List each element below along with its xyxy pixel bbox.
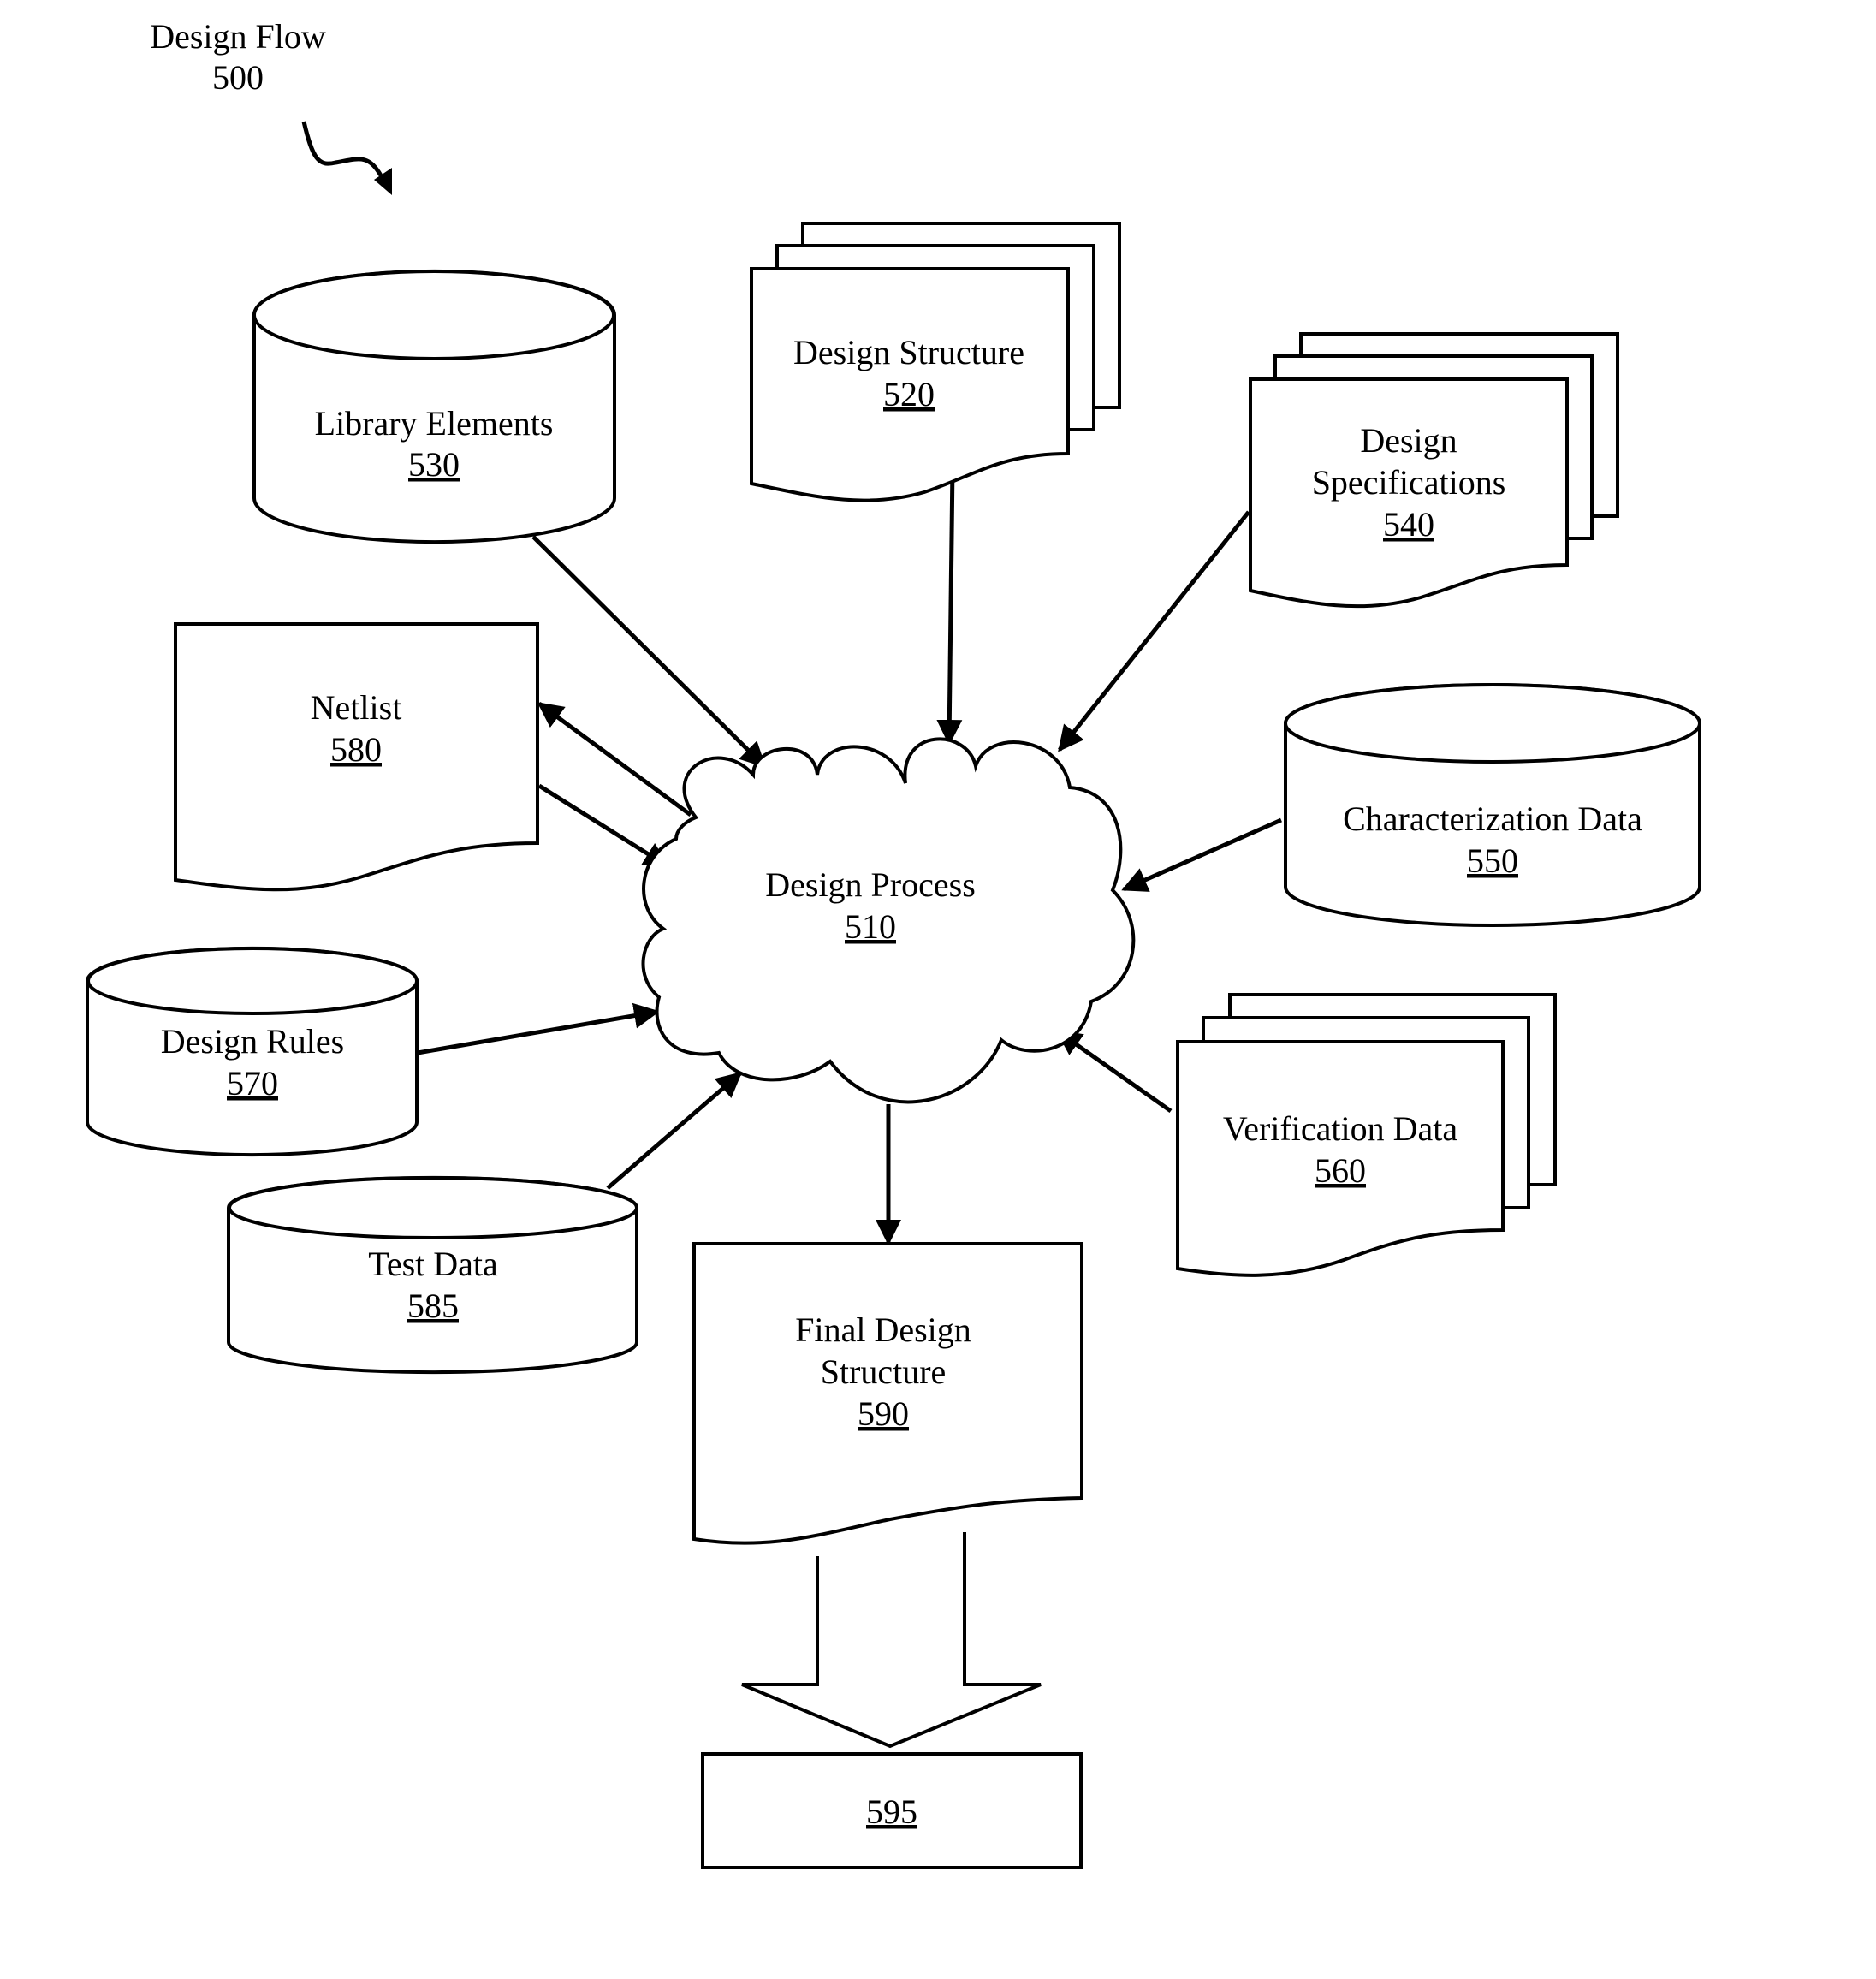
edge-560-to-510 xyxy=(1055,1029,1172,1114)
node-netlist[interactable]: Netlist 580 xyxy=(174,622,539,892)
edge-550-to-510 xyxy=(1121,817,1283,892)
edge-540-to-510 xyxy=(1058,510,1250,752)
node-output-595[interactable]: 595 xyxy=(701,1752,1083,1869)
node-design-structure[interactable]: Design Structure 520 xyxy=(750,222,1121,502)
node-label: Design Structure xyxy=(793,333,1024,371)
figure-title: Design Flow 500 xyxy=(150,17,326,97)
edge-520-to-510 xyxy=(936,466,963,746)
cylinder-top xyxy=(86,947,419,1015)
node-ref: 570 xyxy=(227,1064,278,1102)
design-flow-diagram: Design Flow 500 Library Elements 530 Des… xyxy=(86,17,1701,1869)
node-label: Library Elements xyxy=(315,404,554,443)
node-label: Netlist xyxy=(311,688,402,727)
node-label-line1: Final Design xyxy=(795,1310,971,1349)
node-ref: 540 xyxy=(1383,505,1434,544)
node-design-specifications[interactable]: Design Specifications 540 xyxy=(1249,332,1619,609)
node-characterization-data[interactable]: Characterization Data 550 xyxy=(1284,683,1701,927)
node-ref: 590 xyxy=(858,1394,909,1433)
node-ref: 550 xyxy=(1467,841,1518,880)
node-label: Design Rules xyxy=(161,1022,344,1061)
node-final-design-structure[interactable]: Final Design Structure 590 xyxy=(692,1242,1083,1545)
block-arrow-590-to-595 xyxy=(741,1532,1042,1749)
node-label: Characterization Data xyxy=(1343,799,1642,838)
figure-title-ref: 500 xyxy=(212,58,264,97)
node-library-elements[interactable]: Library Elements 530 xyxy=(252,269,616,544)
node-ref: 585 xyxy=(407,1287,459,1325)
edge-585-to-510 xyxy=(606,1072,743,1190)
node-design-rules[interactable]: Design Rules 570 xyxy=(86,946,419,1157)
reference-squiggle-arrow xyxy=(301,121,383,177)
node-ref: 560 xyxy=(1315,1151,1366,1190)
node-design-process[interactable]: Design Process 510 xyxy=(641,737,1136,1104)
node-ref: 595 xyxy=(866,1792,917,1831)
edge-530-to-510 xyxy=(531,535,767,769)
cylinder-top xyxy=(228,1176,638,1239)
edge-570-to-510 xyxy=(417,1002,660,1055)
document-page xyxy=(692,1242,1083,1545)
node-label: Test Data xyxy=(368,1245,498,1283)
node-test-data[interactable]: Test Data 585 xyxy=(227,1175,638,1375)
node-label-line2: Specifications xyxy=(1312,463,1506,502)
node-label-line1: Design xyxy=(1360,421,1457,460)
node-label: Verification Data xyxy=(1223,1109,1458,1148)
cylinder-top xyxy=(252,270,615,360)
node-ref: 530 xyxy=(408,445,460,484)
node-verification-data[interactable]: Verification Data 560 xyxy=(1176,993,1557,1277)
cylinder-top xyxy=(1284,683,1701,764)
node-ref: 580 xyxy=(330,730,382,769)
node-ref: 510 xyxy=(845,907,896,946)
node-label-line2: Structure xyxy=(821,1352,947,1391)
edge-580-to-510 xyxy=(537,783,670,869)
node-label: Design Process xyxy=(765,865,976,904)
figure-title-text: Design Flow xyxy=(150,17,326,56)
node-ref: 520 xyxy=(883,375,935,413)
